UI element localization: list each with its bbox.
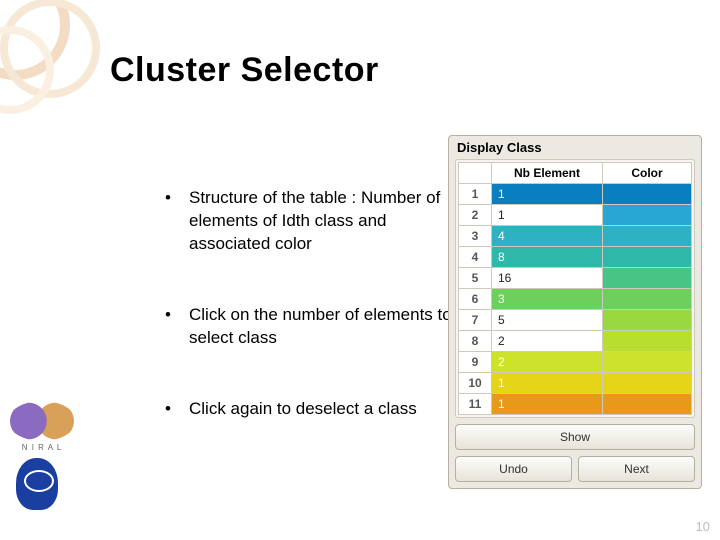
head-logo-icon: [16, 458, 58, 510]
table-row: 101: [459, 373, 692, 394]
row-index: 8: [459, 331, 492, 352]
table-row: 92: [459, 352, 692, 373]
col-color: Color: [603, 163, 692, 184]
table-row: 11: [459, 184, 692, 205]
color-swatch: [603, 205, 692, 226]
nb-element-cell[interactable]: 2: [492, 352, 603, 373]
table-row: 34: [459, 226, 692, 247]
row-index: 5: [459, 268, 492, 289]
bullet-item: Structure of the table : Number of eleme…: [165, 187, 465, 256]
nb-element-cell[interactable]: 16: [492, 268, 603, 289]
row-index: 2: [459, 205, 492, 226]
row-index: 10: [459, 373, 492, 394]
nb-element-cell[interactable]: 1: [492, 184, 603, 205]
nb-element-cell[interactable]: 2: [492, 331, 603, 352]
row-index: 11: [459, 394, 492, 415]
col-index: [459, 163, 492, 184]
niral-label: N I R A L: [8, 443, 76, 452]
color-swatch: [603, 289, 692, 310]
panel-heading: Display Class: [449, 136, 701, 157]
corner-rings-decoration: [0, 0, 120, 130]
undo-button[interactable]: Undo: [455, 456, 572, 482]
bullet-item: Click again to deselect a class: [165, 398, 465, 421]
table-row: 111: [459, 394, 692, 415]
color-swatch: [603, 352, 692, 373]
color-swatch: [603, 331, 692, 352]
row-index: 4: [459, 247, 492, 268]
color-swatch: [603, 310, 692, 331]
nb-element-cell[interactable]: 1: [492, 373, 603, 394]
bullet-list: Structure of the table : Number of eleme…: [125, 187, 465, 469]
next-button[interactable]: Next: [578, 456, 695, 482]
row-index: 9: [459, 352, 492, 373]
nb-element-cell[interactable]: 5: [492, 310, 603, 331]
table-row: 48: [459, 247, 692, 268]
row-index: 3: [459, 226, 492, 247]
color-swatch: [603, 226, 692, 247]
color-swatch: [603, 373, 692, 394]
table-row: 82: [459, 331, 692, 352]
nb-element-cell[interactable]: 8: [492, 247, 603, 268]
class-table: Nb Element Color 11213448516637582921011…: [458, 162, 692, 415]
bullet-item: Click on the number of elements to selec…: [165, 304, 465, 350]
slide-title: Cluster Selector: [110, 51, 379, 90]
table-row: 516: [459, 268, 692, 289]
nb-element-cell[interactable]: 1: [492, 394, 603, 415]
brain-logo-icon: [8, 401, 76, 441]
show-button[interactable]: Show: [455, 424, 695, 450]
row-index: 7: [459, 310, 492, 331]
color-swatch: [603, 268, 692, 289]
color-swatch: [603, 184, 692, 205]
row-index: 1: [459, 184, 492, 205]
col-nb-element: Nb Element: [492, 163, 603, 184]
nb-element-cell[interactable]: 4: [492, 226, 603, 247]
color-swatch: [603, 394, 692, 415]
panel-table-wrap: Nb Element Color 11213448516637582921011…: [455, 159, 695, 418]
row-index: 6: [459, 289, 492, 310]
page-number: 10: [696, 519, 710, 534]
table-row: 21: [459, 205, 692, 226]
logo-stack: N I R A L: [8, 401, 76, 510]
table-row: 63: [459, 289, 692, 310]
nb-element-cell[interactable]: 3: [492, 289, 603, 310]
table-row: 75: [459, 310, 692, 331]
nb-element-cell[interactable]: 1: [492, 205, 603, 226]
color-swatch: [603, 247, 692, 268]
display-class-panel: Display Class Nb Element Color 112134485…: [448, 135, 702, 489]
